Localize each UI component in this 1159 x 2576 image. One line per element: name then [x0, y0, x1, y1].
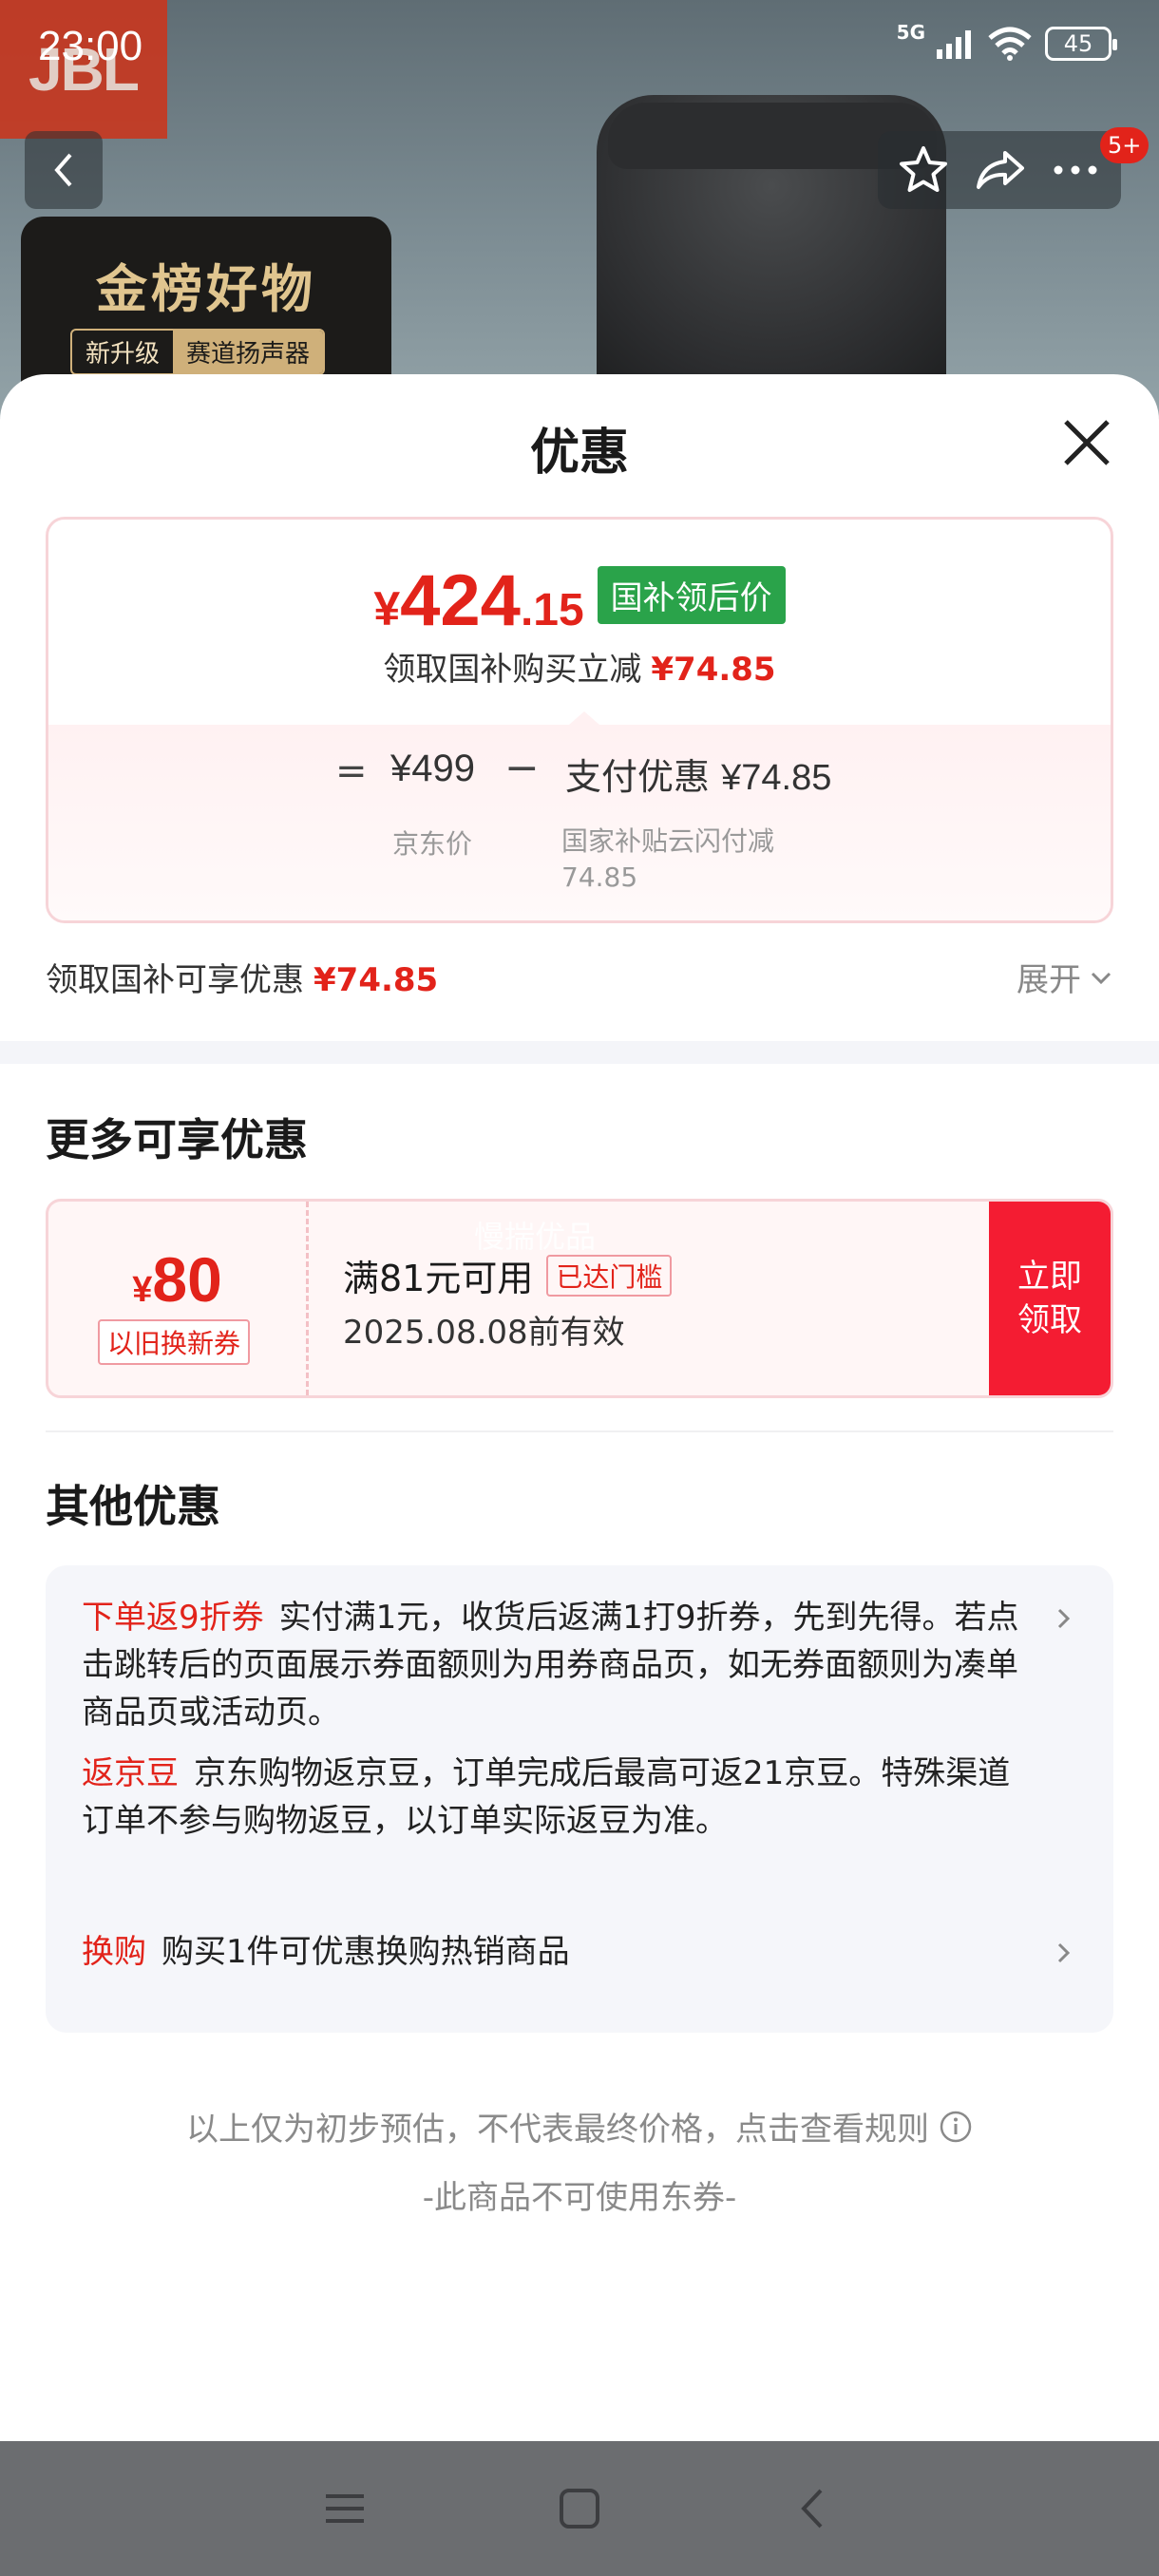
coupon-amount: ¥80 — [48, 1243, 306, 1316]
claim-button-label: 立即领取 — [1017, 1258, 1082, 1339]
price-integer: 424 — [400, 560, 521, 641]
back-button[interactable] — [25, 131, 103, 209]
offer-text: 购买1件可优惠换购热销商品 — [162, 1933, 570, 1971]
pay-discount: 支付优惠 ¥74.85 — [565, 748, 831, 800]
network-type: 5G — [896, 21, 925, 44]
coupon-type-tag: 以旧换新券 — [98, 1319, 251, 1365]
price-formula: = ¥499 − 支付优惠 ¥74.85 京东价 国家补贴云闪付减74.85 — [48, 711, 1111, 920]
coupon-condition-text: 满81元可用 — [343, 1258, 534, 1299]
pay-discount-amount: ¥74.85 — [721, 758, 832, 798]
info-icon — [940, 2111, 972, 2142]
subsidy-summary: 领取国补可享优惠 ¥74.85 — [46, 954, 438, 1000]
divider — [46, 1430, 1113, 1432]
disclaimer-text: 以上仅为初步预估，不代表最终价格，点击查看规则 — [186, 2111, 929, 2149]
award-title: 金榜好物 — [96, 259, 316, 319]
subsidy-summary-amount: ¥74.85 — [314, 961, 439, 999]
offer-tag: 下单返9折券 — [82, 1599, 264, 1637]
claim-coupon-button[interactable]: 立即领取 — [989, 1202, 1111, 1395]
home-icon[interactable] — [556, 2485, 603, 2532]
status-icons: 5G 45 — [897, 21, 1117, 61]
chevron-down-icon — [1091, 972, 1112, 984]
battery-indicator: 45 — [1045, 27, 1117, 61]
close-icon[interactable] — [1058, 414, 1115, 471]
award-tag-new: 新升级 — [86, 340, 161, 369]
coupon-amount-value: 80 — [152, 1244, 222, 1315]
status-bar: 23:00 5G 45 — [0, 0, 1159, 104]
system-nav-bar — [0, 2441, 1159, 2576]
offer-rebate-coupon[interactable]: 下单返9折券 实付满1元，收货后返满1打9折券，先到先得。若点击跳转后的页面展示券… — [82, 1594, 1041, 1736]
subtitle-amount: ¥74.85 — [651, 651, 776, 689]
no-coupon-note: -此商品不可使用东券- — [422, 2179, 737, 2217]
more-offers-title: 更多可享优惠 — [46, 1114, 308, 1165]
other-offers-list: 下单返9折券 实付满1元，收货后返满1打9折券，先到先得。若点击跳转后的页面展示券… — [46, 1565, 1113, 2033]
top-actions — [878, 131, 1121, 209]
coupon-validity: 2025.08.08前有效 — [343, 1314, 625, 1352]
jd-price-label: 京东价 — [392, 828, 473, 860]
threshold-reached-tag: 已达门槛 — [546, 1254, 673, 1297]
award-tag-category: 赛道扬声器 — [173, 331, 324, 373]
wifi-icon — [988, 27, 1032, 61]
sheet-title: 优惠 — [529, 425, 629, 482]
share-icon[interactable] — [973, 143, 1026, 197]
discount-sheet: 优惠 ¥424.15 国补领后价 领取国补购买立减 ¥74.85 = ¥499 −… — [0, 374, 1159, 2441]
formula-equals: = — [335, 749, 368, 793]
message-badge: 5+ — [1100, 127, 1150, 163]
offer-tag: 返京豆 — [82, 1754, 179, 1792]
coupon-card: ¥80 以旧换新券 慢揣优品 满81元可用 已达门槛 2025.08.08前有效… — [46, 1199, 1113, 1398]
expand-label: 展开 — [1016, 961, 1081, 999]
national-subsidy-tag: 国补领后价 — [597, 566, 786, 624]
signal-icon — [937, 30, 971, 59]
offer-text: 京东购物返京豆，订单完成后最高可返21京豆。特殊渠道订单不参与购物返豆，以订单实… — [82, 1754, 1011, 1840]
chevron-right-icon[interactable] — [1053, 1607, 1075, 1630]
pricing-rules-link[interactable]: 以上仅为初步预估，不代表最终价格，点击查看规则 — [0, 2103, 1159, 2150]
offer-trade-up[interactable]: 换购 购买1件可优惠换购热销商品 — [82, 1928, 1041, 1976]
price-decimal: .15 — [520, 585, 584, 635]
star-icon[interactable] — [897, 143, 950, 197]
expand-button[interactable]: 展开 — [1016, 954, 1113, 1000]
pay-discount-desc: 国家补贴云闪付减74.85 — [561, 825, 775, 893]
award-tags: 新升级 赛道扬声器 — [70, 329, 326, 375]
formula-minus: − — [504, 744, 540, 792]
coupon-condition: 满81元可用 已达门槛 — [343, 1249, 673, 1301]
back-icon[interactable] — [790, 2485, 838, 2532]
back-arrow-icon — [54, 153, 72, 187]
subsidy-summary-label: 领取国补可享优惠 — [46, 961, 304, 999]
price-subtitle: 领取国补购买立减 ¥74.85 — [48, 643, 1111, 690]
section-divider — [0, 1041, 1159, 1064]
jd-price: ¥499 — [390, 748, 475, 789]
menu-icon[interactable] — [321, 2485, 369, 2532]
coupon-value: ¥80 以旧换新券 — [48, 1202, 309, 1395]
other-offers-title: 其他优惠 — [46, 1481, 220, 1532]
final-price-row: ¥424.15 国补领后价 — [48, 565, 1111, 637]
pay-discount-label: 支付优惠 — [565, 756, 711, 798]
final-price: ¥424.15 — [373, 565, 583, 637]
more-icon[interactable] — [1049, 143, 1102, 197]
offer-tag: 换购 — [82, 1933, 146, 1971]
price-card: ¥424.15 国补领后价 领取国补购买立减 ¥74.85 = ¥499 − 支付… — [46, 517, 1113, 923]
offer-jd-beans: 返京豆 京东购物返京豆，订单完成后最高可返21京豆。特殊渠道订单不参与购物返豆，以… — [82, 1750, 1041, 1845]
chevron-right-icon[interactable] — [1053, 1941, 1075, 1964]
price-currency: ¥ — [373, 582, 401, 635]
status-time: 23:00 — [38, 23, 143, 69]
subtitle-text: 领取国补购买立减 — [383, 651, 642, 689]
coupon-currency: ¥ — [132, 1270, 153, 1310]
